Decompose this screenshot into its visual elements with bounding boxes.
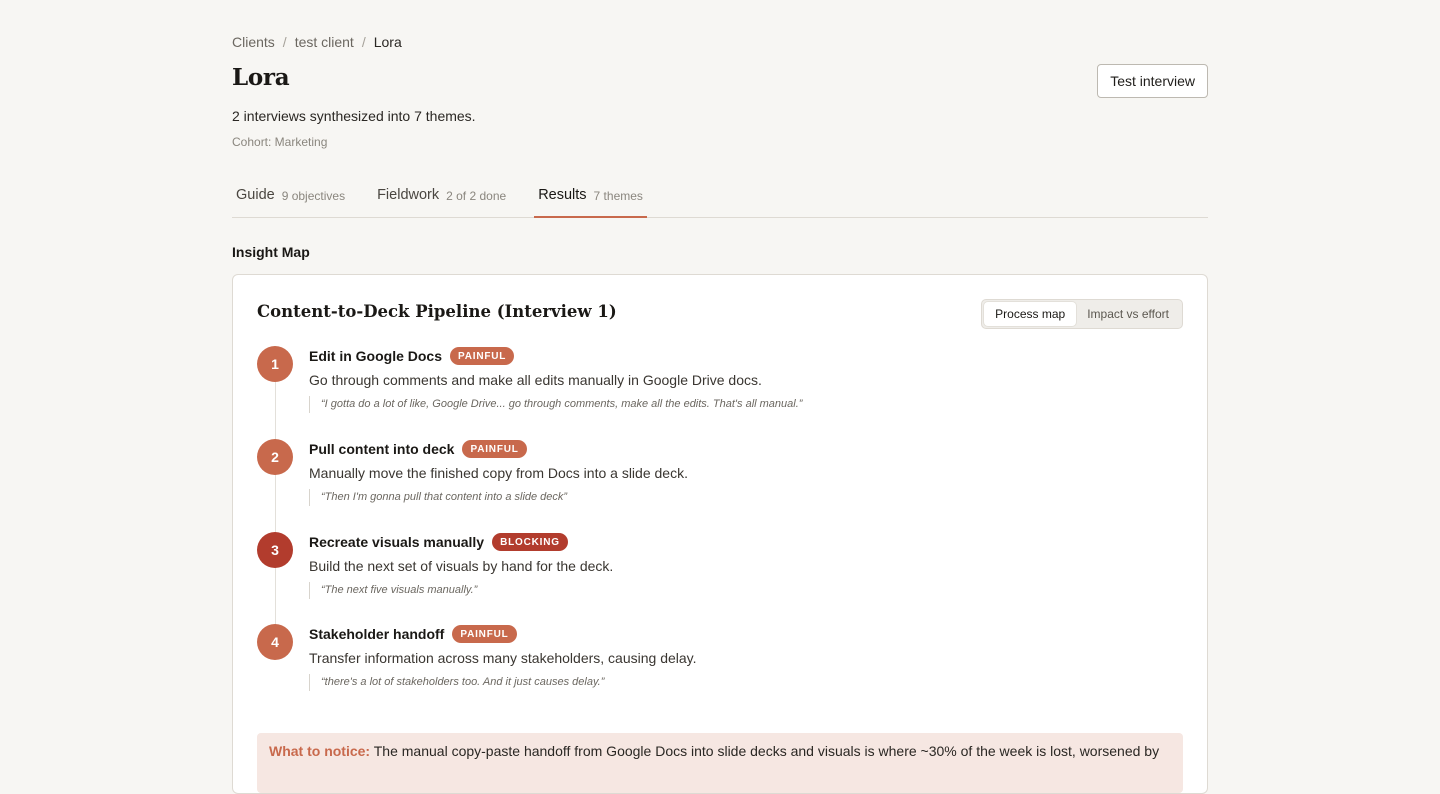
tab-results[interactable]: Results 7 themes xyxy=(534,178,647,218)
breadcrumb-link-client[interactable]: test client xyxy=(295,34,354,50)
step-description: Manually move the finished copy from Doc… xyxy=(309,465,688,481)
step-name: Pull content into deck xyxy=(309,441,455,457)
step-number: 4 xyxy=(257,624,293,660)
tab-bar: Guide 9 objectives Fieldwork 2 of 2 done… xyxy=(232,178,1208,218)
test-interview-button[interactable]: Test interview xyxy=(1097,64,1208,98)
step-header: Recreate visuals manually BLOCKING xyxy=(309,532,1169,552)
step-quote: “there's a lot of stakeholders too. And … xyxy=(309,674,1169,691)
card-title: Content-to-Deck Pipeline (Interview 1) xyxy=(257,302,617,321)
tab-guide[interactable]: Guide 9 objectives xyxy=(232,178,349,218)
section-heading: Insight Map xyxy=(232,244,310,260)
breadcrumb-current: Lora xyxy=(373,34,402,50)
notice-lead: What to notice: xyxy=(269,743,371,759)
page-subtitle: 2 interviews synthesized into 7 themes. xyxy=(232,108,476,124)
severity-badge: BLOCKING xyxy=(492,533,568,551)
step-name: Edit in Google Docs xyxy=(309,348,443,364)
step-description: Go through comments and make all edits m… xyxy=(309,372,762,388)
step-name: Recreate visuals manually xyxy=(309,534,485,550)
breadcrumb-separator: / xyxy=(282,34,287,50)
page-title: Lora xyxy=(232,64,290,91)
tab-count: 2 of 2 done xyxy=(446,189,507,203)
step-quote: “The next five visuals manually.” xyxy=(309,582,1169,599)
step-quote: “I gotta do a lot of like, Google Drive.… xyxy=(309,396,1169,413)
step-number: 1 xyxy=(257,346,293,382)
step-number: 3 xyxy=(257,532,293,568)
step-content: Stakeholder handoff PAINFUL Transfer inf… xyxy=(309,624,1169,691)
severity-badge: PAINFUL xyxy=(462,440,527,458)
step-header: Stakeholder handoff PAINFUL xyxy=(309,624,1169,644)
impact-vs-effort-option[interactable]: Impact vs effort xyxy=(1076,302,1180,326)
tab-fieldwork[interactable]: Fieldwork 2 of 2 done xyxy=(373,178,510,218)
step-number: 2 xyxy=(257,439,293,475)
process-map-option[interactable]: Process map xyxy=(984,302,1077,326)
step-content: Edit in Google Docs PAINFUL Go through c… xyxy=(309,346,1169,413)
view-toggle: Process map Impact vs effort xyxy=(981,299,1183,329)
what-to-notice-callout: What to notice: The manual copy-paste ha… xyxy=(257,733,1183,793)
tab-count: 9 objectives xyxy=(281,189,346,203)
step-content: Pull content into deck PAINFUL Manually … xyxy=(309,439,1169,506)
tab-label: Guide xyxy=(236,187,275,203)
breadcrumb: Clients / test client / Lora xyxy=(232,34,402,50)
step-name: Stakeholder handoff xyxy=(309,626,445,642)
tab-count: 7 themes xyxy=(593,189,643,203)
step-content: Recreate visuals manually BLOCKING Build… xyxy=(309,532,1169,599)
breadcrumb-separator: / xyxy=(361,34,366,50)
breadcrumb-link-clients[interactable]: Clients xyxy=(232,34,275,50)
step-description: Transfer information across many stakeho… xyxy=(309,650,697,666)
insight-map-card: Content-to-Deck Pipeline (Interview 1) P… xyxy=(232,274,1208,794)
cohort-label: Cohort: Marketing xyxy=(232,135,328,149)
tab-label: Fieldwork xyxy=(377,187,440,203)
step-description: Build the next set of visuals by hand fo… xyxy=(309,558,614,574)
step-header: Edit in Google Docs PAINFUL xyxy=(309,346,1169,366)
severity-badge: PAINFUL xyxy=(452,625,517,643)
severity-badge: PAINFUL xyxy=(450,347,515,365)
tab-label: Results xyxy=(538,187,587,203)
notice-text: The manual copy-paste handoff from Googl… xyxy=(373,743,1160,759)
process-connector-line xyxy=(275,363,276,653)
step-header: Pull content into deck PAINFUL xyxy=(309,439,1169,459)
step-quote: “Then I'm gonna pull that content into a… xyxy=(309,489,1169,506)
